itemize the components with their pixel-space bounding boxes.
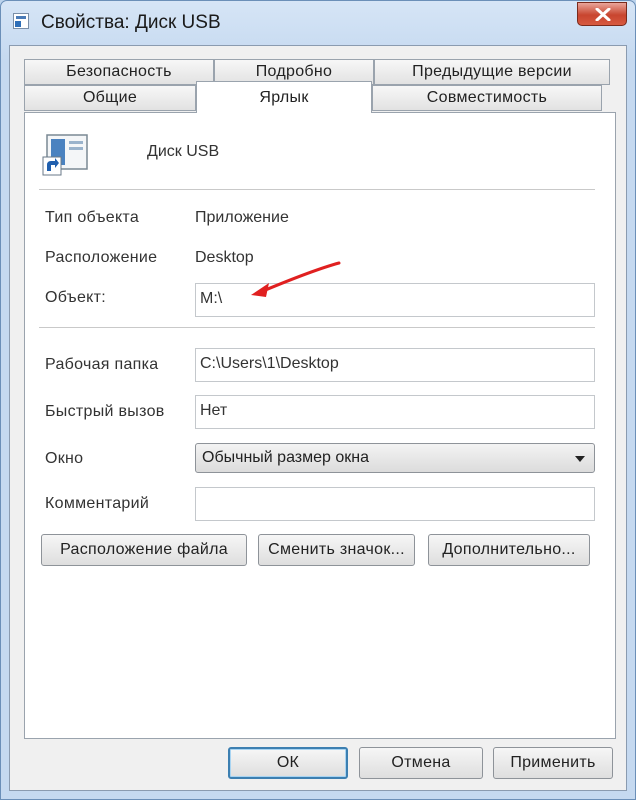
close-icon [595, 8, 611, 21]
workdir-input[interactable]: C:\Users\1\Desktop [195, 348, 595, 382]
tab-general[interactable]: Общие [24, 85, 196, 111]
title-bar[interactable]: Свойства: Диск USB [1, 1, 635, 45]
file-location-button[interactable]: Расположение файла [41, 534, 247, 566]
properties-window: Свойства: Диск USB Безопасность Подробно… [0, 0, 636, 800]
type-label: Тип объекта [45, 209, 140, 226]
shortcut-icon [13, 13, 29, 29]
type-value: Приложение [195, 209, 289, 226]
divider-middle [39, 327, 595, 328]
app-shortcut-icon [42, 134, 88, 176]
window-size-value: Обычный размер окна [202, 449, 369, 466]
window-title: Свойства: Диск USB [41, 12, 221, 33]
close-button[interactable] [577, 2, 627, 26]
change-icon-button[interactable]: Сменить значок... [258, 534, 415, 566]
tab-compatibility[interactable]: Совместимость [372, 85, 602, 111]
comment-input[interactable] [195, 487, 595, 521]
window-size-select[interactable]: Обычный размер окна [195, 443, 595, 473]
tab-previous-versions[interactable]: Предыдущие версии [374, 59, 610, 85]
apply-button[interactable]: Применить [493, 747, 613, 779]
tab-shortcut[interactable]: Ярлык [196, 81, 372, 113]
cancel-button[interactable]: Отмена [359, 747, 483, 779]
comment-label: Комментарий [45, 495, 150, 512]
divider-top [39, 189, 595, 190]
hotkey-label: Быстрый вызов [45, 403, 165, 420]
location-value: Desktop [195, 249, 254, 266]
red-arrow-annotation [251, 261, 341, 297]
ok-button[interactable]: ОК [228, 747, 348, 779]
dropdown-arrow-icon [575, 456, 585, 462]
shortcut-name: Диск USB [147, 143, 220, 160]
target-label: Объект: [45, 289, 107, 306]
hotkey-input[interactable]: Нет [195, 395, 595, 429]
advanced-button[interactable]: Дополнительно... [428, 534, 590, 566]
window-label: Окно [45, 450, 84, 467]
location-label: Расположение [45, 249, 158, 266]
tab-security[interactable]: Безопасность [24, 59, 214, 85]
workdir-label: Рабочая папка [45, 356, 159, 373]
